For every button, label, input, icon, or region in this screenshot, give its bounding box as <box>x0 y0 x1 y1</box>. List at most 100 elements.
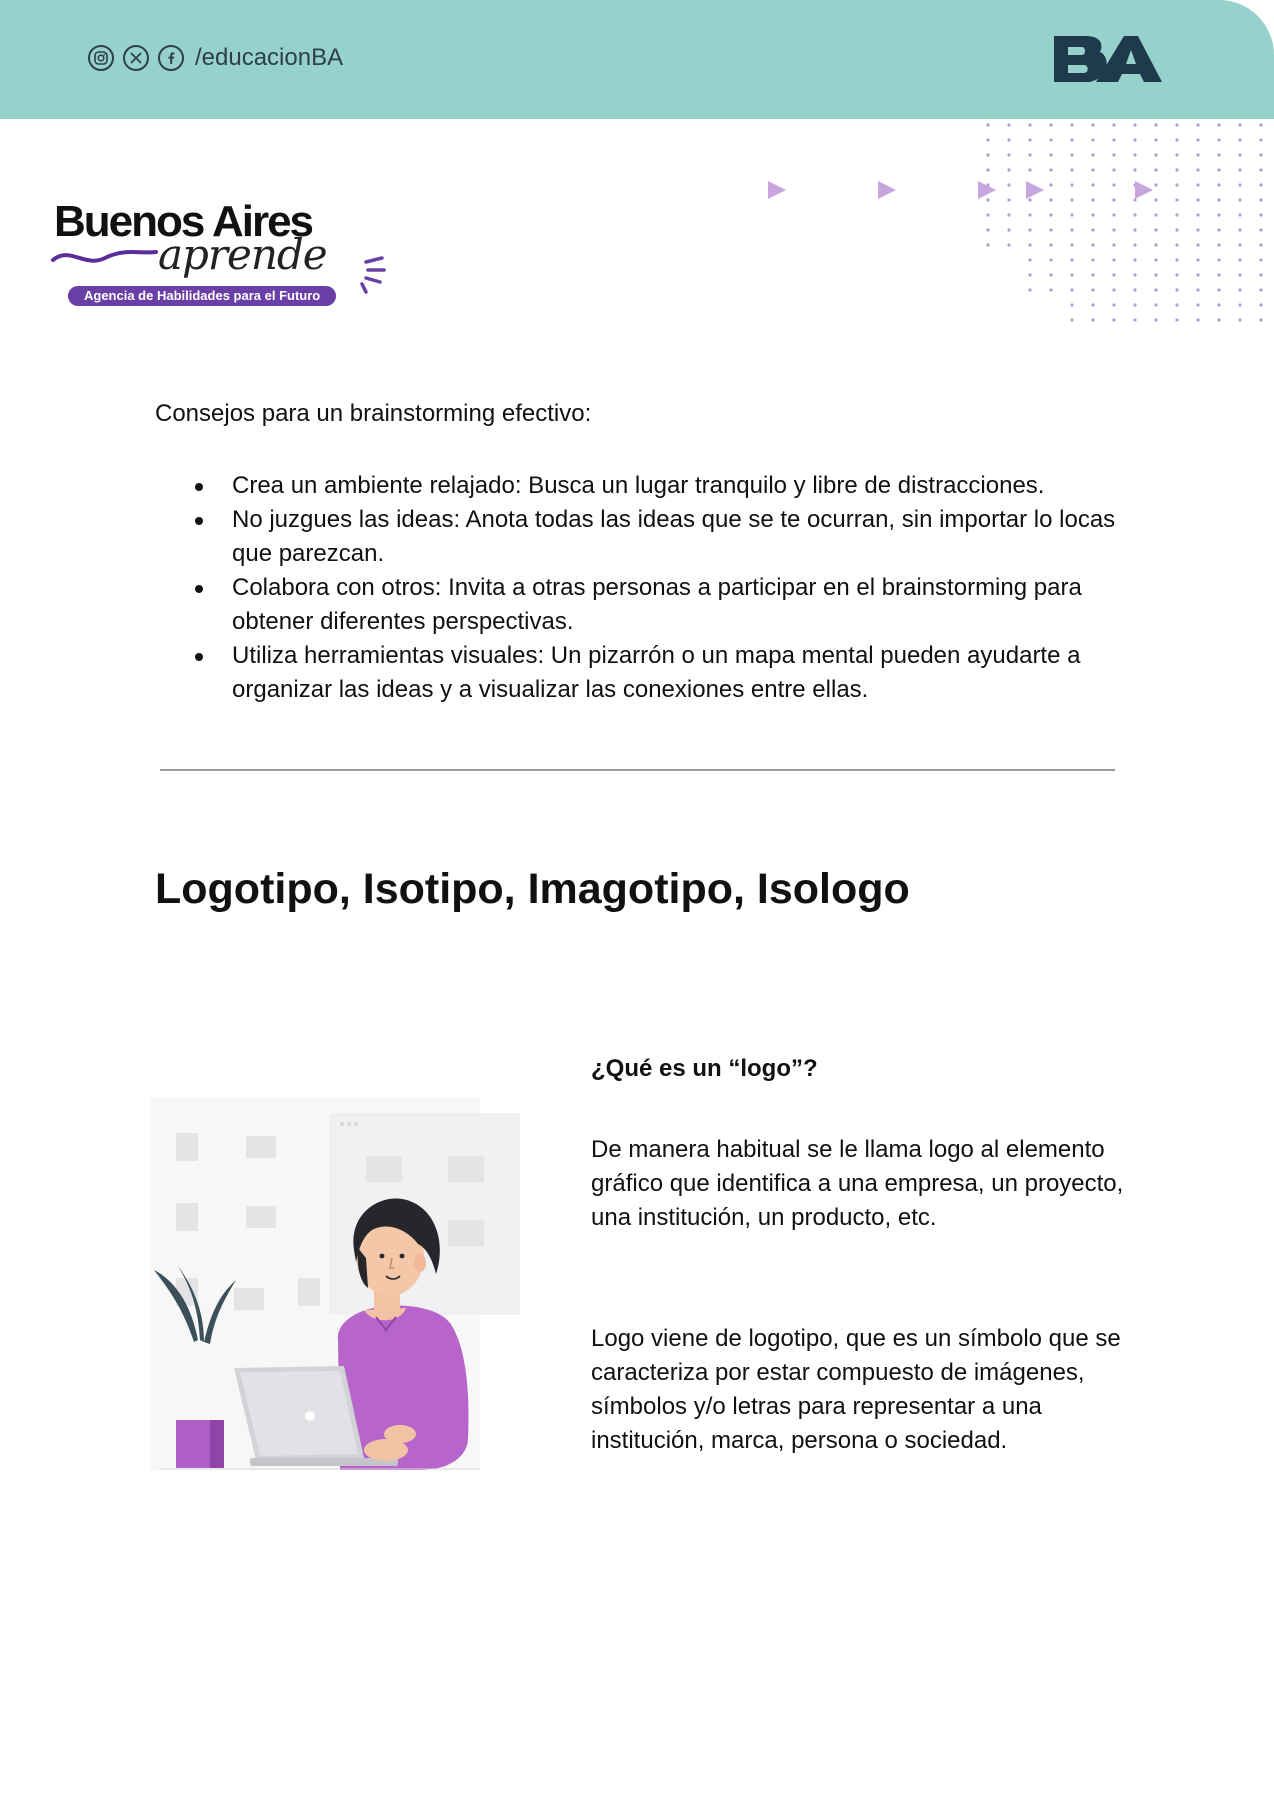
pattern-dot <box>1028 243 1032 247</box>
instagram-icon[interactable] <box>88 45 114 71</box>
triangle-icon <box>1026 181 1044 199</box>
pattern-dot <box>986 213 990 217</box>
section-title: Logotipo, Isotipo, Imagotipo, Isologo <box>155 865 910 913</box>
list-item: Colabora con otros: Invita a otras perso… <box>155 571 1135 639</box>
pattern-dot <box>1217 243 1221 247</box>
pattern-dot <box>1196 303 1200 307</box>
wave-icon <box>51 250 158 263</box>
x-icon[interactable] <box>123 45 149 71</box>
pattern-dot <box>1217 123 1221 127</box>
pattern-dot <box>1007 243 1011 247</box>
triangle-icon <box>878 181 896 199</box>
social-handle[interactable]: /educacionBA <box>195 44 343 72</box>
pattern-dot <box>986 153 990 157</box>
pattern-dot <box>1196 288 1200 292</box>
pattern-dot <box>1175 288 1179 292</box>
pattern-dot <box>1070 273 1074 277</box>
pattern-dot <box>1070 198 1074 202</box>
pattern-dot <box>1259 288 1263 292</box>
pattern-dot <box>1196 273 1200 277</box>
pattern-dot <box>1259 303 1263 307</box>
pattern-dot <box>1007 123 1011 127</box>
pattern-dot <box>1196 138 1200 142</box>
pattern-dot <box>1175 228 1179 232</box>
pattern-dot <box>1196 168 1200 172</box>
pattern-dot <box>1070 258 1074 262</box>
pattern-dot <box>1175 318 1179 322</box>
pattern-dot <box>1028 168 1032 172</box>
pattern-dot <box>1238 123 1242 127</box>
pattern-dot <box>1238 303 1242 307</box>
tips-list: Crea un ambiente relajado: Busca un luga… <box>155 469 1135 707</box>
pattern-dot <box>1133 288 1137 292</box>
pattern-dot <box>1028 273 1032 277</box>
pattern-dot <box>1238 258 1242 262</box>
pattern-dot <box>1238 168 1242 172</box>
pattern-dot <box>1154 303 1158 307</box>
pattern-dot <box>1112 303 1116 307</box>
pattern-dot <box>1259 273 1263 277</box>
pattern-dot <box>1133 318 1137 322</box>
header-band: /educacionBA <box>0 0 1274 119</box>
pattern-dot <box>1112 138 1116 142</box>
pattern-dot <box>1049 183 1053 187</box>
pattern-dot <box>1196 153 1200 157</box>
pattern-dot <box>1091 273 1095 277</box>
pattern-dot <box>1112 318 1116 322</box>
pattern-dot <box>1091 213 1095 217</box>
pattern-dot <box>1217 288 1221 292</box>
pattern-dot <box>1196 198 1200 202</box>
pattern-dot <box>1070 168 1074 172</box>
pattern-dot <box>1112 213 1116 217</box>
pattern-dot <box>1049 228 1053 232</box>
pattern-dot <box>1175 303 1179 307</box>
pattern-dot <box>1028 258 1032 262</box>
pattern-dot <box>1196 228 1200 232</box>
pattern-dot <box>986 243 990 247</box>
pattern-dot <box>1259 123 1263 127</box>
pattern-dot <box>1091 288 1095 292</box>
pattern-dot <box>1175 168 1179 172</box>
pattern-dot <box>1028 288 1032 292</box>
pattern-dot <box>1091 198 1095 202</box>
pattern-dot <box>1007 168 1011 172</box>
pattern-dot <box>1070 138 1074 142</box>
pattern-dot <box>1238 273 1242 277</box>
pattern-dot <box>1070 123 1074 127</box>
pattern-dot <box>1154 243 1158 247</box>
pattern-dot <box>1259 318 1263 322</box>
pattern-dot <box>1238 318 1242 322</box>
facebook-icon[interactable] <box>158 45 184 71</box>
ba-logo <box>1054 36 1162 82</box>
pattern-dot <box>1217 303 1221 307</box>
paragraph: Logo viene de logotipo, que es un símbol… <box>591 1325 1121 1454</box>
pattern-dot <box>1007 153 1011 157</box>
pattern-dot <box>1196 183 1200 187</box>
pattern-dot <box>1070 243 1074 247</box>
pattern-dot <box>1196 258 1200 262</box>
pattern-dot <box>986 138 990 142</box>
pattern-dot <box>1133 168 1137 172</box>
decorative-pattern <box>768 123 1263 322</box>
pattern-dot <box>1133 123 1137 127</box>
pattern-dot <box>1133 258 1137 262</box>
pattern-dot <box>1112 123 1116 127</box>
pattern-dot <box>1175 198 1179 202</box>
pattern-dot <box>1091 183 1095 187</box>
pattern-dot <box>1070 153 1074 157</box>
pattern-dot <box>1112 153 1116 157</box>
pattern-dot <box>1112 243 1116 247</box>
pattern-dot <box>1259 153 1263 157</box>
triangle-icon <box>768 181 786 199</box>
pattern-dot <box>1091 303 1095 307</box>
pattern-dot <box>1217 138 1221 142</box>
pattern-dot <box>1154 183 1158 187</box>
pattern-dot <box>1217 168 1221 172</box>
pattern-dot <box>1049 258 1053 262</box>
pattern-dot <box>1133 228 1137 232</box>
pattern-dot <box>1049 153 1053 157</box>
pattern-dot <box>1154 168 1158 172</box>
triangle-icon <box>978 181 996 199</box>
pattern-dot <box>1049 123 1053 127</box>
person-at-laptop-illustration <box>150 1098 520 1470</box>
